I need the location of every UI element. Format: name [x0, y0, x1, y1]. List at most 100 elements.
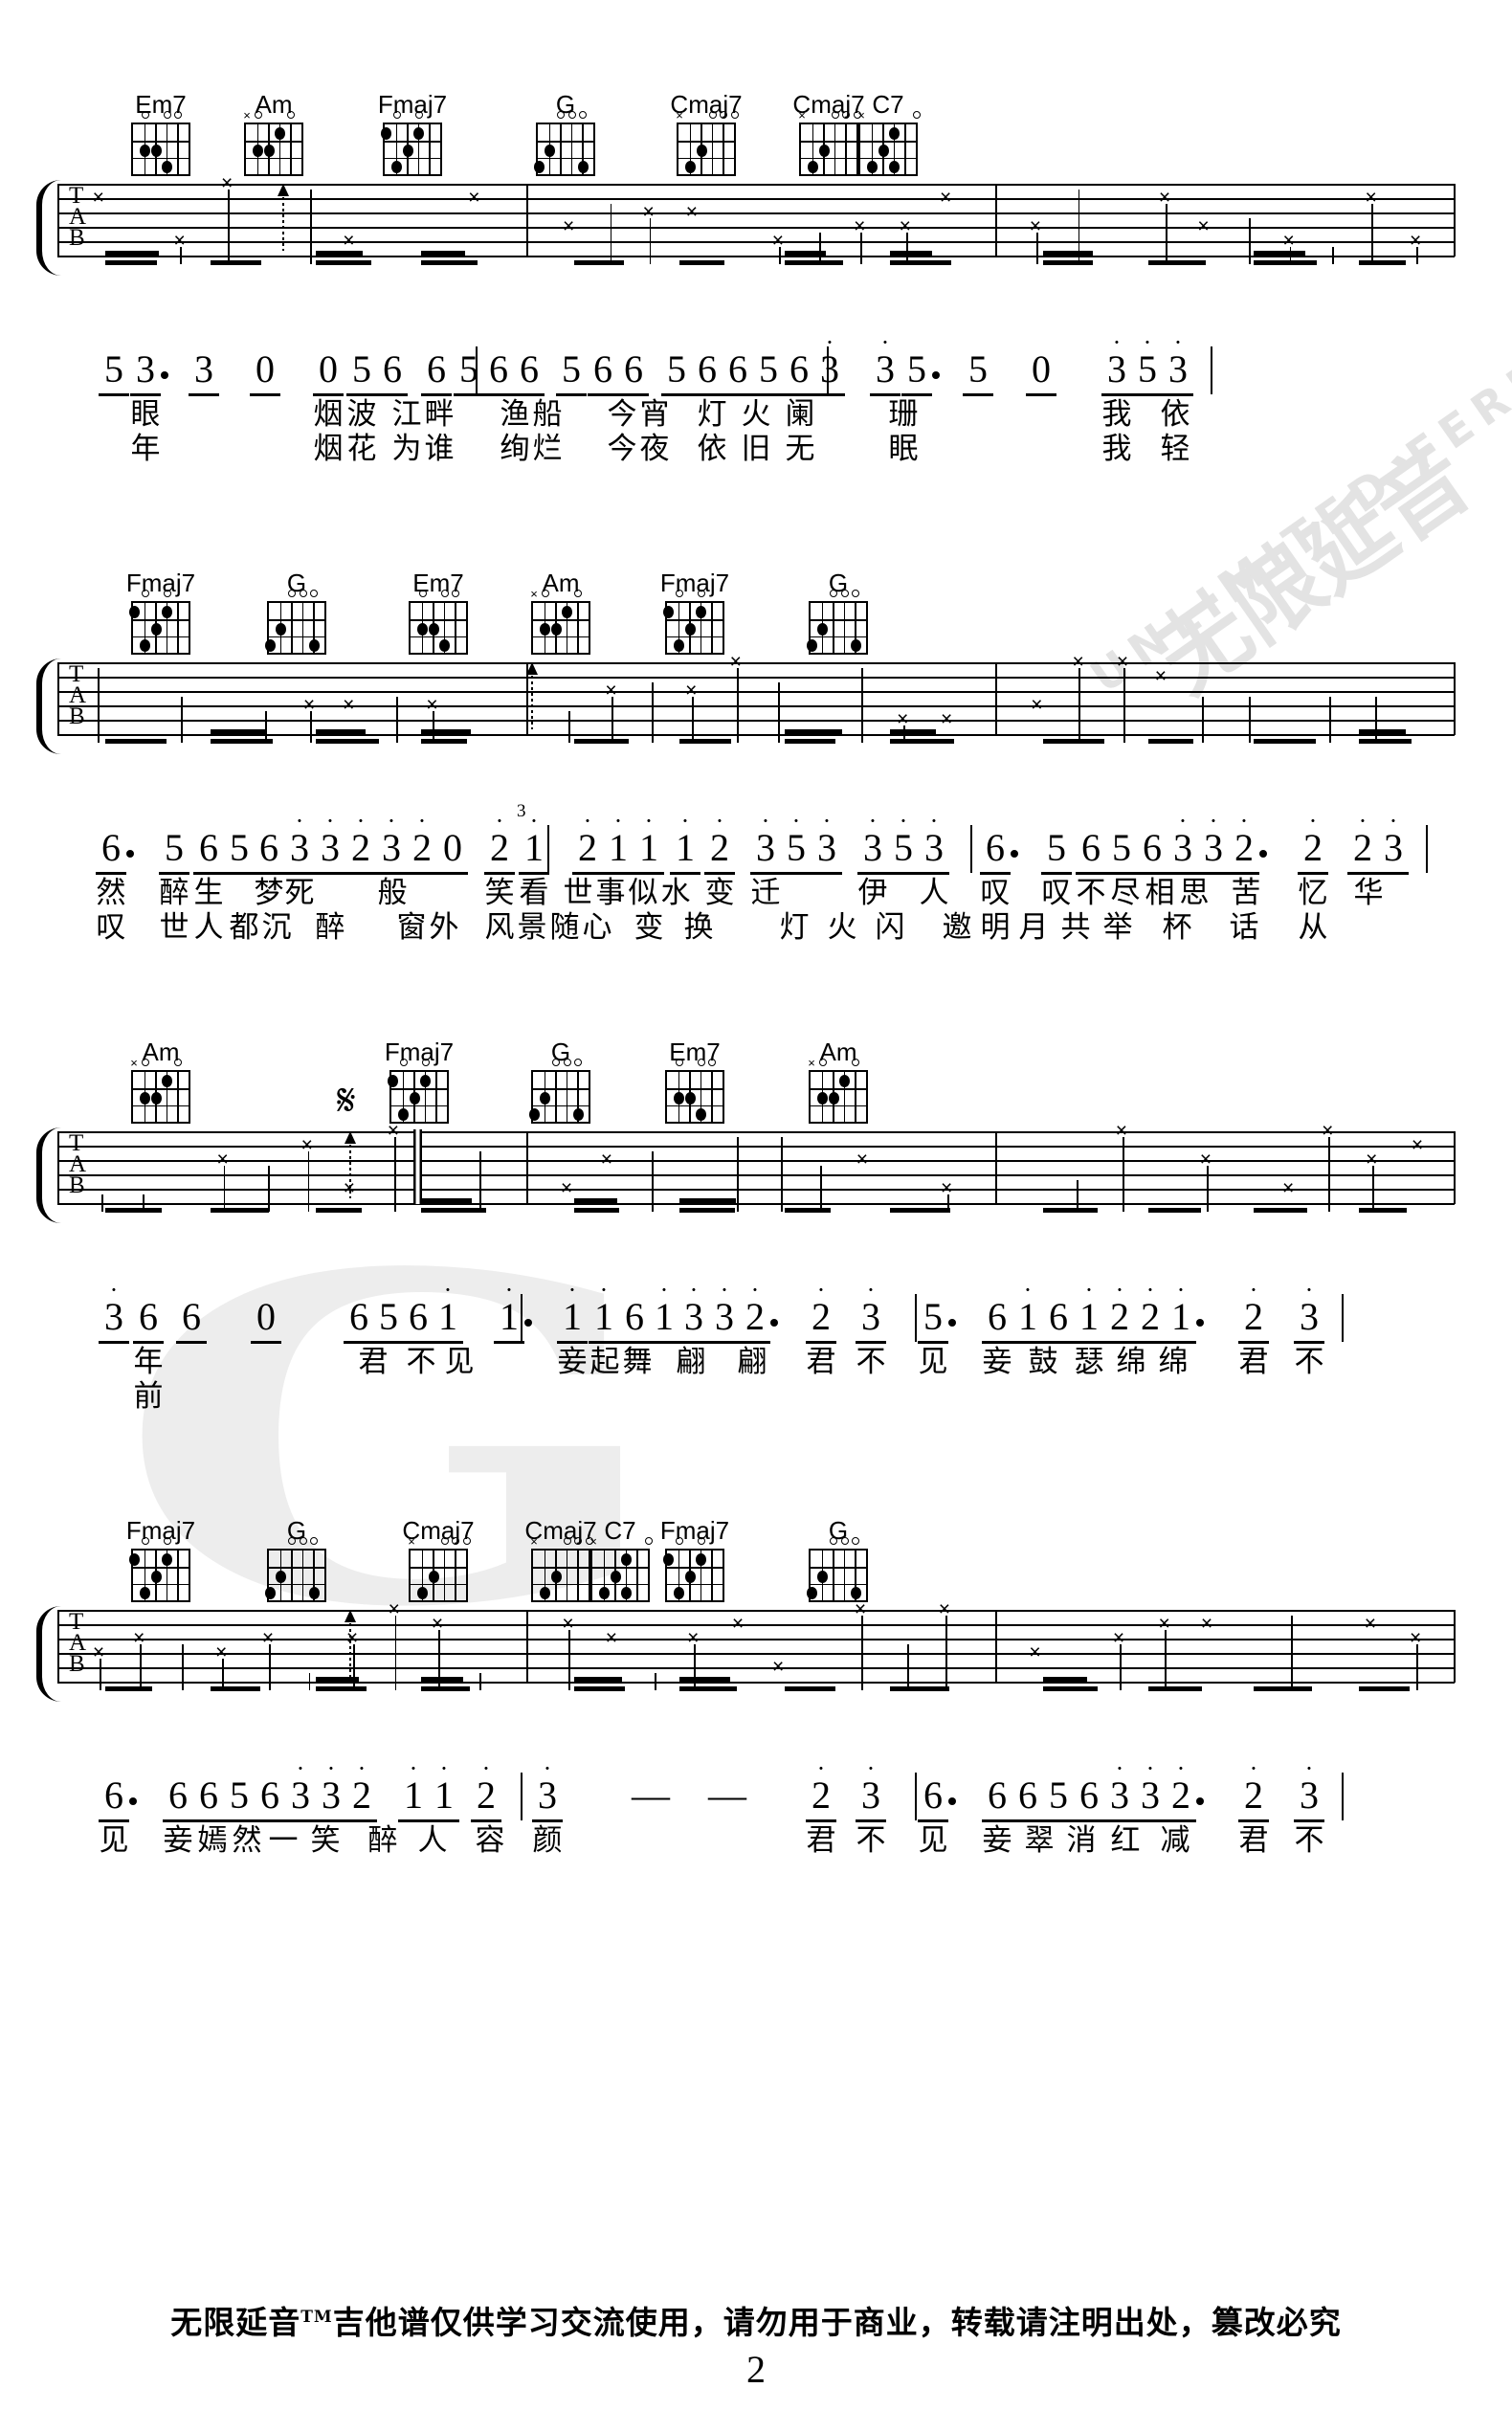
system-2: Fmaj7GEm7AmFmaj7GTAB××××××××××××656563·3… — [0, 570, 1512, 972]
beam — [785, 739, 835, 744]
beam — [105, 251, 159, 256]
beam — [890, 1208, 950, 1213]
lyric-character: 红 — [1110, 1823, 1141, 1858]
lyric-character: 为 — [391, 432, 422, 466]
jianpu-note: 1 · — [558, 1278, 587, 1336]
note-stem — [1248, 218, 1251, 264]
beam — [785, 729, 842, 734]
finger-dot — [674, 1586, 685, 1599]
open-string-marker — [567, 111, 578, 119]
jianpu-beam-line — [454, 393, 484, 396]
jianpu-beam-line — [1104, 1341, 1135, 1344]
fret-wire — [133, 141, 189, 143]
octave-dot-high: · — [1389, 807, 1398, 835]
octave-dot-high: · — [644, 807, 654, 835]
jianpu-beam-line — [99, 393, 129, 396]
jianpu-note: 0 — [1032, 347, 1051, 391]
fret-wire — [411, 1583, 466, 1586]
note-stem — [568, 711, 571, 743]
chord-grid — [409, 601, 468, 655]
fret-wire — [133, 1088, 189, 1090]
note-stem — [780, 1137, 783, 1212]
note-stem — [611, 697, 614, 743]
beam — [679, 1208, 735, 1213]
octave-dot-high: · — [866, 1276, 876, 1304]
beam — [1359, 260, 1406, 265]
lyric-character: 君 — [806, 1345, 836, 1379]
jianpu-note: 2 · — [472, 1756, 500, 1815]
open-string-marker — [172, 111, 184, 119]
octave-dot-high: · — [356, 807, 366, 835]
jianpu-beam-line — [99, 1341, 129, 1344]
lyric-character: 然 — [232, 1823, 262, 1858]
page-number: 2 — [746, 2348, 766, 2391]
lyric-character: 随 — [549, 910, 580, 945]
finger-dot — [439, 638, 451, 652]
octave-dot-high: · — [417, 807, 427, 835]
jianpu-beam-line — [407, 872, 437, 875]
octave-dot-high: · — [1304, 1276, 1314, 1304]
open-string-marker — [308, 590, 320, 597]
finger-dot — [420, 1075, 432, 1088]
jianpu-note: 5 — [1049, 1774, 1068, 1817]
finger-dot — [275, 127, 286, 141]
lyric-character: 嫣 — [197, 1823, 228, 1858]
octave-dot-high: · — [1308, 807, 1318, 835]
tab-staff: TAB×××××××××××××× — [36, 1121, 1456, 1223]
lyric-character: 灯 — [697, 397, 727, 432]
muted-strum-note: × — [772, 1656, 785, 1678]
finger-dot — [889, 127, 901, 141]
octave-dot-high: · — [1176, 1754, 1186, 1782]
jianpu-beam-line — [163, 1819, 193, 1822]
beam — [1148, 260, 1207, 265]
finger-dot — [380, 127, 391, 141]
fret-string-line — [291, 603, 293, 653]
open-string-marker — [439, 1537, 451, 1545]
note-stem — [860, 233, 863, 264]
note-stem — [568, 1630, 571, 1690]
lyric-character: 生 — [193, 876, 224, 910]
jianpu-note: 6 — [1049, 1295, 1068, 1338]
jianpu-note: 6 — [427, 347, 446, 391]
lyric-character: 翩 — [676, 1345, 706, 1379]
lyric-character: 不 — [856, 1345, 886, 1379]
jianpu-beam-line — [1294, 1341, 1324, 1344]
muted-strum-note: × — [940, 187, 952, 209]
note-stem — [1290, 1616, 1293, 1690]
jianpu-beam-line — [1076, 872, 1106, 875]
beam — [574, 739, 630, 744]
fret-wire — [811, 1088, 866, 1090]
jianpu-note: 1 · — [495, 1278, 523, 1336]
jianpu-beam-line — [437, 872, 468, 875]
note-stem — [1332, 247, 1335, 264]
finger-dot — [662, 606, 674, 619]
lyric-character: 不 — [1294, 1823, 1324, 1858]
lyric-character: 见 — [918, 1345, 948, 1379]
lyric-character: 闪 — [875, 910, 905, 945]
jianpu-note: 6 — [698, 347, 717, 391]
open-string-marker — [674, 590, 685, 597]
jianpu-note: 3 · — [815, 330, 844, 389]
footer-text: 无限延音TM吉他谱仅供学习交流使用，请勿用于商业，转载请注明出处，篡改必究 — [170, 2304, 1341, 2341]
jianpu-beam-line — [224, 872, 255, 875]
measure-barline — [57, 662, 59, 735]
open-string-marker — [850, 590, 861, 597]
fret-string-line — [570, 124, 573, 174]
finger-dot — [276, 1570, 287, 1583]
finger-dot — [610, 1570, 621, 1583]
note-stem — [479, 1673, 482, 1690]
note-stem — [140, 1644, 143, 1690]
muted-strum-note: × — [1282, 1177, 1295, 1199]
fret-wire — [538, 157, 593, 160]
fret-string-line — [429, 124, 431, 174]
lyric-character: 阑 — [785, 397, 815, 432]
beam — [890, 260, 952, 265]
measure-barline — [995, 1131, 997, 1204]
lyric-character: 容 — [475, 1823, 505, 1858]
jianpu-beam-line — [812, 872, 842, 875]
lyric-character: 明 — [980, 910, 1011, 945]
jianpu-beam-line — [376, 872, 407, 875]
lyrics-row-secondary: 年 烟花为谁 绚烂 今夜依旧无 眠 我轻 — [0, 433, 1512, 490]
jianpu-note: 1 · — [434, 1278, 462, 1336]
muted-strum-note: × — [1197, 215, 1210, 237]
